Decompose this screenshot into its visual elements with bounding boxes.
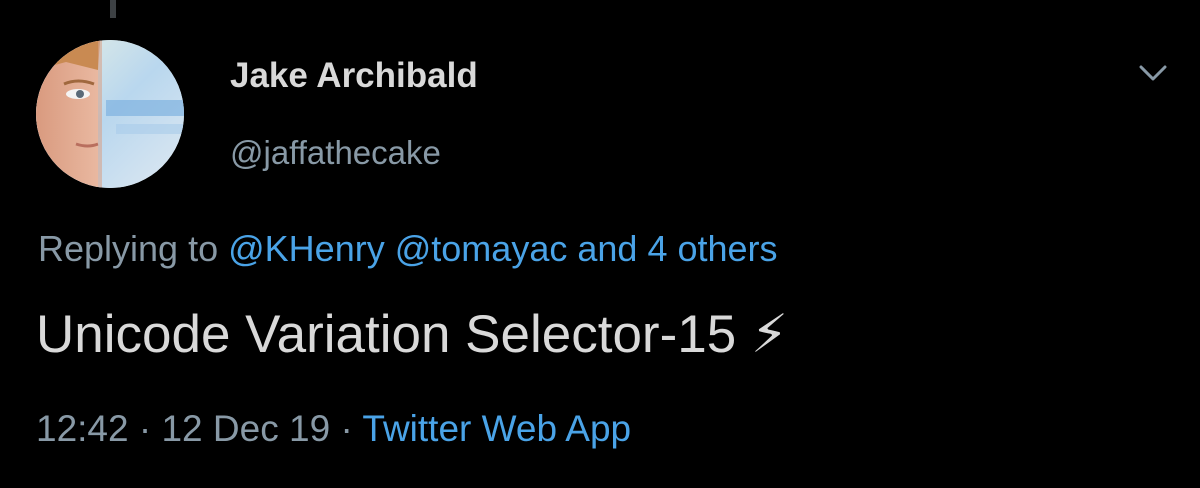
avatar[interactable] [36, 40, 184, 188]
author-handle[interactable]: @jaffathecake [230, 134, 441, 172]
avatar-image [36, 40, 184, 188]
tweet-source-link[interactable]: Twitter Web App [362, 408, 631, 449]
mention-link[interactable]: @tomayac [395, 228, 568, 269]
mention-link[interactable]: @KHenry [228, 228, 385, 269]
tweet-date[interactable]: 12 Dec 19 [161, 408, 330, 449]
others-link[interactable]: 4 others [647, 228, 777, 269]
tweet-text: Unicode Variation Selector-15 ⚡︎ [36, 305, 789, 364]
author-name[interactable]: Jake Archibald [230, 56, 478, 96]
meta-separator: · [138, 408, 152, 449]
replying-to-line: Replying to @KHenry @tomayac and 4 other… [38, 228, 778, 270]
tweet-meta: 12:42 · 12 Dec 19 · Twitter Web App [36, 408, 631, 450]
reply-and-text[interactable]: and [577, 228, 637, 269]
tweet-time[interactable]: 12:42 [36, 408, 129, 449]
replying-to-label: Replying to [38, 228, 219, 269]
chevron-down-icon[interactable] [1138, 62, 1168, 84]
meta-separator: · [340, 408, 353, 449]
thread-connector-line [110, 0, 116, 18]
